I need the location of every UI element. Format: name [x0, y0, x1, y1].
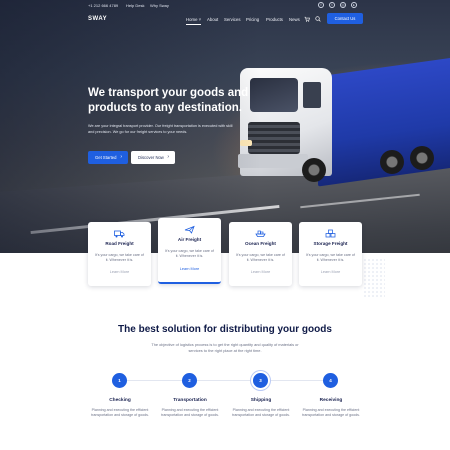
step-number-badge: 1 [112, 373, 127, 388]
nav-about[interactable]: About [207, 17, 218, 22]
step-description: Planning and executing the efficient tra… [302, 408, 360, 417]
step-description: Planning and executing the efficient tra… [161, 408, 219, 417]
card-text: It's your cargo, we take care of it. Whe… [95, 253, 144, 262]
truck-wheel [302, 158, 326, 182]
card-text: It's your cargo, we take care of it. Whe… [165, 249, 214, 258]
decorative-dot-pattern [363, 258, 385, 298]
learn-more-link[interactable]: Learn More [158, 267, 221, 271]
top-bar: +1 212 666 4789 Help Desk Why Sway f t ◎… [0, 0, 450, 10]
card-title: Ocean Freight [245, 241, 276, 246]
truck-wheel [410, 146, 434, 170]
get-started-button[interactable]: Get Started › [88, 151, 128, 164]
youtube-icon[interactable]: ▸ [351, 2, 357, 8]
contact-us-button[interactable]: Contact Us [327, 13, 363, 24]
search-icon[interactable] [315, 16, 321, 24]
hero-section: +1 212 666 4789 Help Desk Why Sway f t ◎… [0, 0, 450, 253]
card-text: It's your cargo, we take care of it. Whe… [306, 253, 355, 262]
why-sway-link[interactable]: Why Sway [150, 3, 169, 8]
card-title: Air Freight [177, 237, 202, 242]
get-started-label: Get Started [95, 155, 117, 160]
step-description: Planning and executing the efficient tra… [91, 408, 149, 417]
step-description: Planning and executing the efficient tra… [232, 408, 290, 417]
step-title: Shipping [250, 398, 272, 403]
discover-now-button[interactable]: Discover Now › [131, 151, 175, 164]
help-desk-link[interactable]: Help Desk [126, 3, 144, 8]
nav-home[interactable]: Home ˅ [186, 17, 202, 25]
service-card-ocean[interactable]: Ocean Freight It's your cargo, we take c… [229, 222, 292, 286]
nav-pricing[interactable]: Pricing [246, 17, 259, 22]
learn-more-link[interactable]: Learn More [299, 270, 362, 274]
facebook-icon[interactable]: f [318, 2, 324, 8]
service-card-road[interactable]: Road Freight It's your cargo, we take ca… [88, 222, 151, 286]
step-number-badge: 3 [253, 373, 268, 388]
nav-services[interactable]: Services [224, 17, 240, 22]
service-card-storage[interactable]: Storage Freight It's your cargo, we take… [299, 222, 362, 286]
card-title: Storage Freight [313, 241, 348, 246]
chevron-right-icon: › [167, 154, 169, 160]
steps-connector-line [124, 380, 324, 381]
road-freight-icon [114, 230, 125, 238]
nav-products[interactable]: Products [266, 17, 283, 22]
storage-freight-icon [325, 229, 336, 238]
truck-wheel [380, 150, 404, 174]
twitter-icon[interactable]: t [329, 2, 335, 8]
main-navbar: SWAY Home ˅ About Services Pricing Produ… [0, 10, 450, 28]
air-freight-icon [184, 225, 195, 234]
card-title: Road Freight [105, 241, 134, 246]
section-description: The objective of logistics process is to… [151, 342, 299, 353]
learn-more-link[interactable]: Learn More [88, 270, 151, 274]
card-text: It's your cargo, we take care of it. Whe… [236, 253, 285, 262]
cart-icon[interactable] [304, 16, 310, 24]
discover-now-label: Discover Now [138, 155, 164, 160]
step-number-badge: 4 [323, 373, 338, 388]
section-title: The best solution for distributing your … [118, 324, 332, 335]
step-title: Checking [109, 398, 131, 403]
hero-description: We are your integral transport provider.… [88, 124, 233, 134]
step-number-badge: 2 [182, 373, 197, 388]
nav-news[interactable]: News [289, 17, 300, 22]
step-title: Receiving [319, 398, 343, 403]
instagram-icon[interactable]: ◎ [340, 2, 346, 8]
phone-number[interactable]: +1 212 666 4789 [88, 3, 118, 8]
chevron-right-icon: › [120, 154, 122, 160]
ocean-freight-icon [255, 230, 266, 237]
service-card-air[interactable]: Air Freight It's your cargo, we take car… [158, 218, 221, 284]
step-title: Transportation [173, 398, 207, 403]
logo[interactable]: SWAY [88, 16, 107, 22]
hero-title: We transport your goods and products to … [88, 87, 249, 114]
learn-more-link[interactable]: Learn More [229, 270, 292, 274]
truck-side-window [303, 82, 321, 108]
